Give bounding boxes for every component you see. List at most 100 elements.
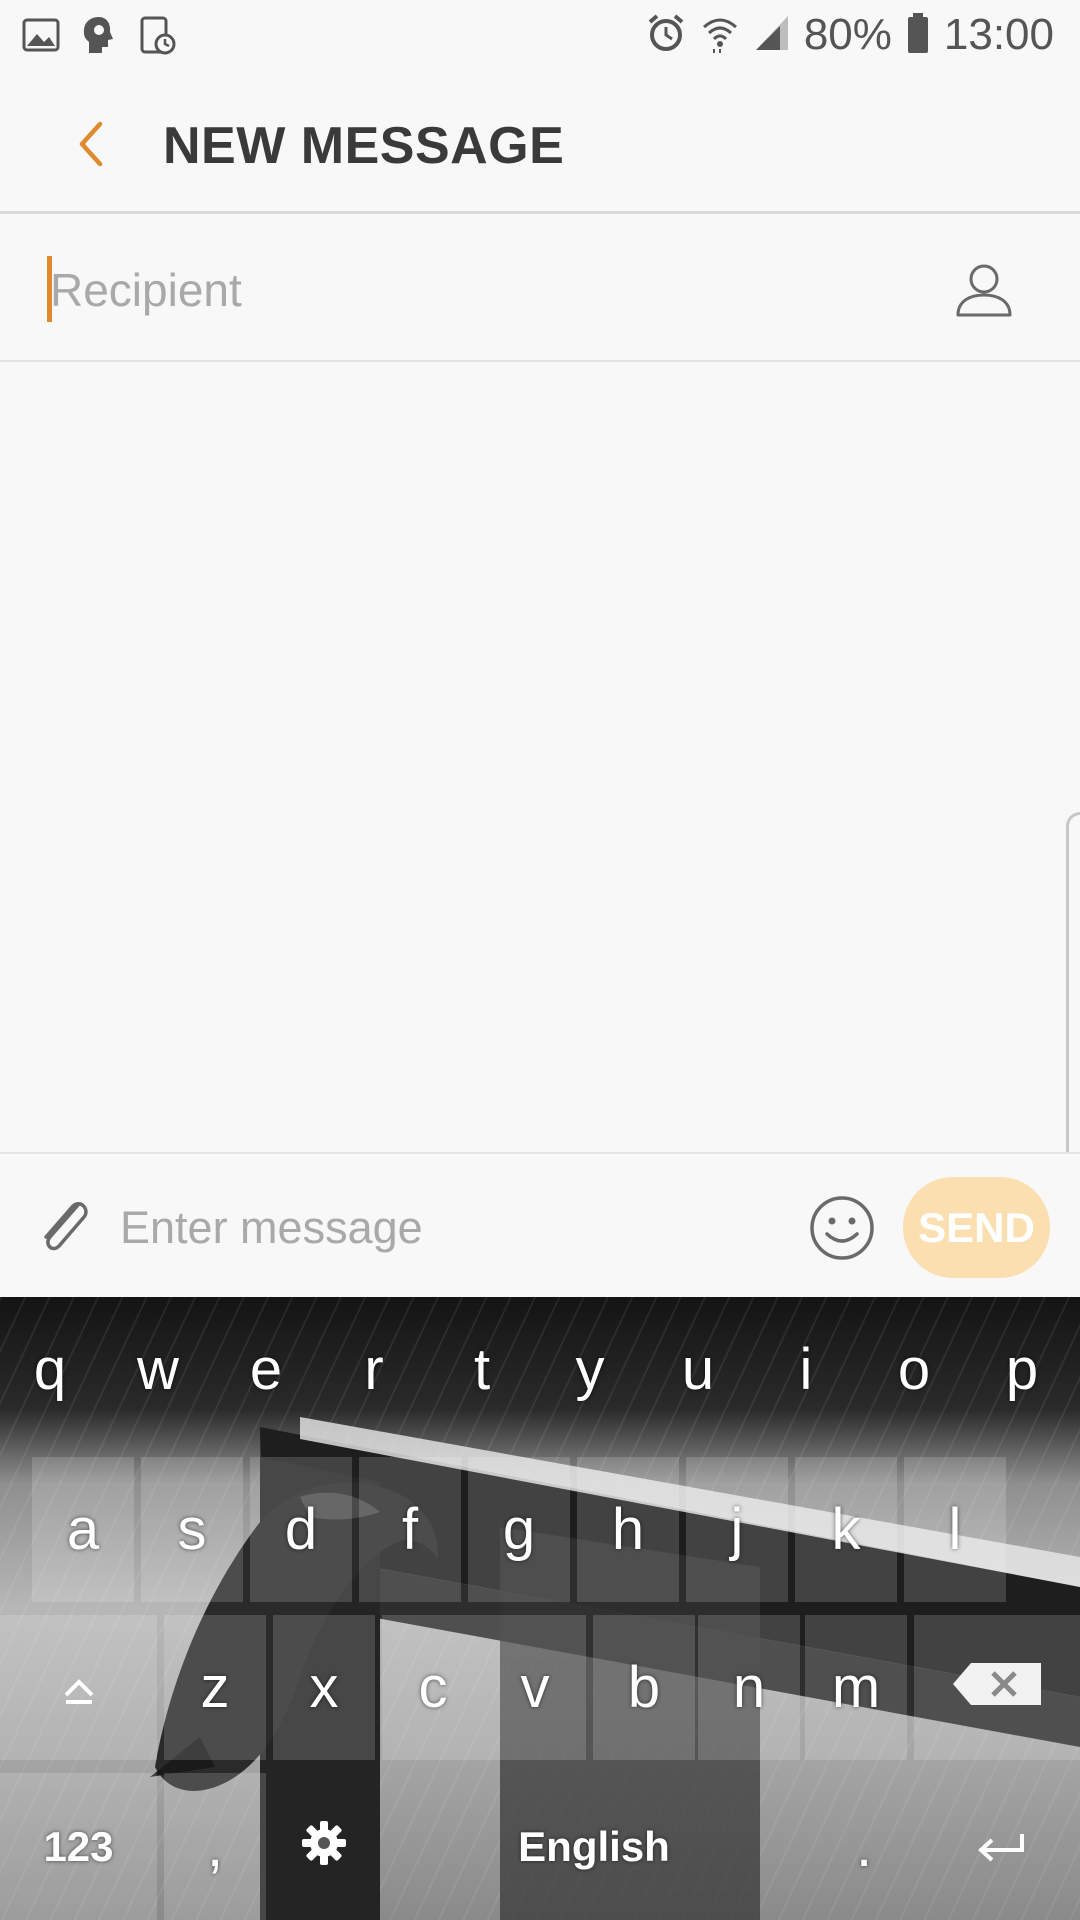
key-d-label: d [284,1497,318,1562]
key-s-label: s [177,1497,207,1562]
brain-icon [80,14,118,61]
contact-icon [950,264,1018,329]
comma-key-label: , [206,1814,224,1879]
key-m[interactable]: m [805,1615,907,1760]
key-t[interactable]: t [432,1297,532,1442]
key-j-label: j [730,1497,744,1562]
key-l[interactable]: l [904,1457,1006,1602]
shift-key[interactable] [0,1615,157,1760]
key-a[interactable]: a [32,1457,134,1602]
key-a-label: a [66,1497,100,1562]
enter-key[interactable] [922,1773,1080,1920]
key-h-label: h [611,1497,645,1562]
attach-button[interactable] [32,1191,98,1263]
key-k[interactable]: k [795,1457,897,1602]
smiley-icon [808,1196,876,1266]
back-button[interactable] [60,108,130,178]
wifi-icon [700,13,740,58]
recipient-row [0,217,1080,362]
send-button[interactable]: SEND [903,1177,1050,1278]
key-z-label: z [200,1655,230,1720]
chevron-left-icon [60,121,130,182]
message-input[interactable] [120,1190,770,1266]
key-t-label: t [473,1337,491,1402]
app-bar: NEW MESSAGE [0,72,1080,214]
gear-icon [301,1813,347,1880]
key-f[interactable]: f [359,1457,461,1602]
clock: 13:00 [943,10,1054,59]
key-o[interactable]: o [864,1297,964,1442]
key-g-label: g [502,1497,536,1562]
space-key[interactable]: English [382,1773,806,1920]
key-c[interactable]: c [382,1615,484,1760]
paperclip-icon [32,1202,98,1267]
compose-bar: SEND [0,1152,1080,1297]
key-r-label: r [364,1337,384,1402]
battery-percent: 80% [803,10,892,59]
edge-panel-handle[interactable] [1066,812,1080,1170]
emoji-button[interactable] [808,1194,876,1262]
keyboard: q w e r t y u i o p a s d f g h j k l z … [0,1297,1080,1920]
contact-picker-button[interactable] [950,257,1018,325]
key-q[interactable]: q [0,1297,100,1442]
backspace-icon [951,1654,1043,1721]
gallery-icon [22,16,60,59]
key-l-label: l [948,1497,962,1562]
key-e[interactable]: e [216,1297,316,1442]
key-x-label: x [309,1655,339,1720]
key-e-label: e [249,1337,283,1402]
key-i[interactable]: i [756,1297,856,1442]
enter-icon [976,1813,1026,1880]
key-b-label: b [627,1655,661,1720]
key-g[interactable]: g [468,1457,570,1602]
settings-key[interactable] [273,1773,375,1920]
key-n[interactable]: n [698,1615,800,1760]
status-bar: 80% 13:00 [0,0,1080,72]
status-bar-left [22,14,176,61]
key-p-label: p [1005,1337,1039,1402]
key-w-label: w [137,1337,179,1402]
key-u-label: u [681,1337,715,1402]
key-n-label: n [732,1655,766,1720]
keyboard-row-4: 123 , English . [0,1773,1080,1920]
page-title: NEW MESSAGE [163,117,565,175]
key-m-label: m [831,1655,881,1720]
keyboard-row-2: a s d f g h j k l [0,1457,1080,1602]
key-f-label: f [401,1497,419,1562]
signal-icon [754,14,790,57]
key-k-label: k [831,1497,861,1562]
key-h[interactable]: h [577,1457,679,1602]
alarm-icon [646,13,686,58]
period-key-label: . [855,1814,873,1879]
key-u[interactable]: u [648,1297,748,1442]
period-key[interactable]: . [813,1773,915,1920]
backspace-key[interactable] [914,1615,1080,1760]
battery-icon [906,12,930,59]
key-x[interactable]: x [273,1615,375,1760]
key-j[interactable]: j [686,1457,788,1602]
screen-time-icon [138,15,176,60]
keyboard-row-1: q w e r t y u i o p [0,1297,1080,1442]
comma-key[interactable]: , [164,1773,266,1920]
key-b[interactable]: b [593,1615,695,1760]
symbols-key-label: 123 [43,1822,114,1870]
key-s[interactable]: s [141,1457,243,1602]
key-o-label: o [897,1337,931,1402]
status-bar-right: 80% 13:00 [646,10,1054,60]
key-y-label: y [575,1337,605,1402]
recipient-input[interactable] [50,255,910,325]
shift-icon [62,1654,96,1721]
key-r[interactable]: r [324,1297,424,1442]
key-i-label: i [799,1337,813,1402]
key-q-label: q [33,1337,67,1402]
key-y[interactable]: y [540,1297,640,1442]
key-d[interactable]: d [250,1457,352,1602]
key-z[interactable]: z [164,1615,266,1760]
space-key-label: English [518,1822,670,1870]
key-v-label: v [520,1655,550,1720]
keyboard-row-3: z x c v b n m [0,1615,1080,1760]
symbols-key[interactable]: 123 [0,1773,157,1920]
key-v[interactable]: v [484,1615,586,1760]
key-p[interactable]: p [972,1297,1072,1442]
key-w[interactable]: w [108,1297,208,1442]
